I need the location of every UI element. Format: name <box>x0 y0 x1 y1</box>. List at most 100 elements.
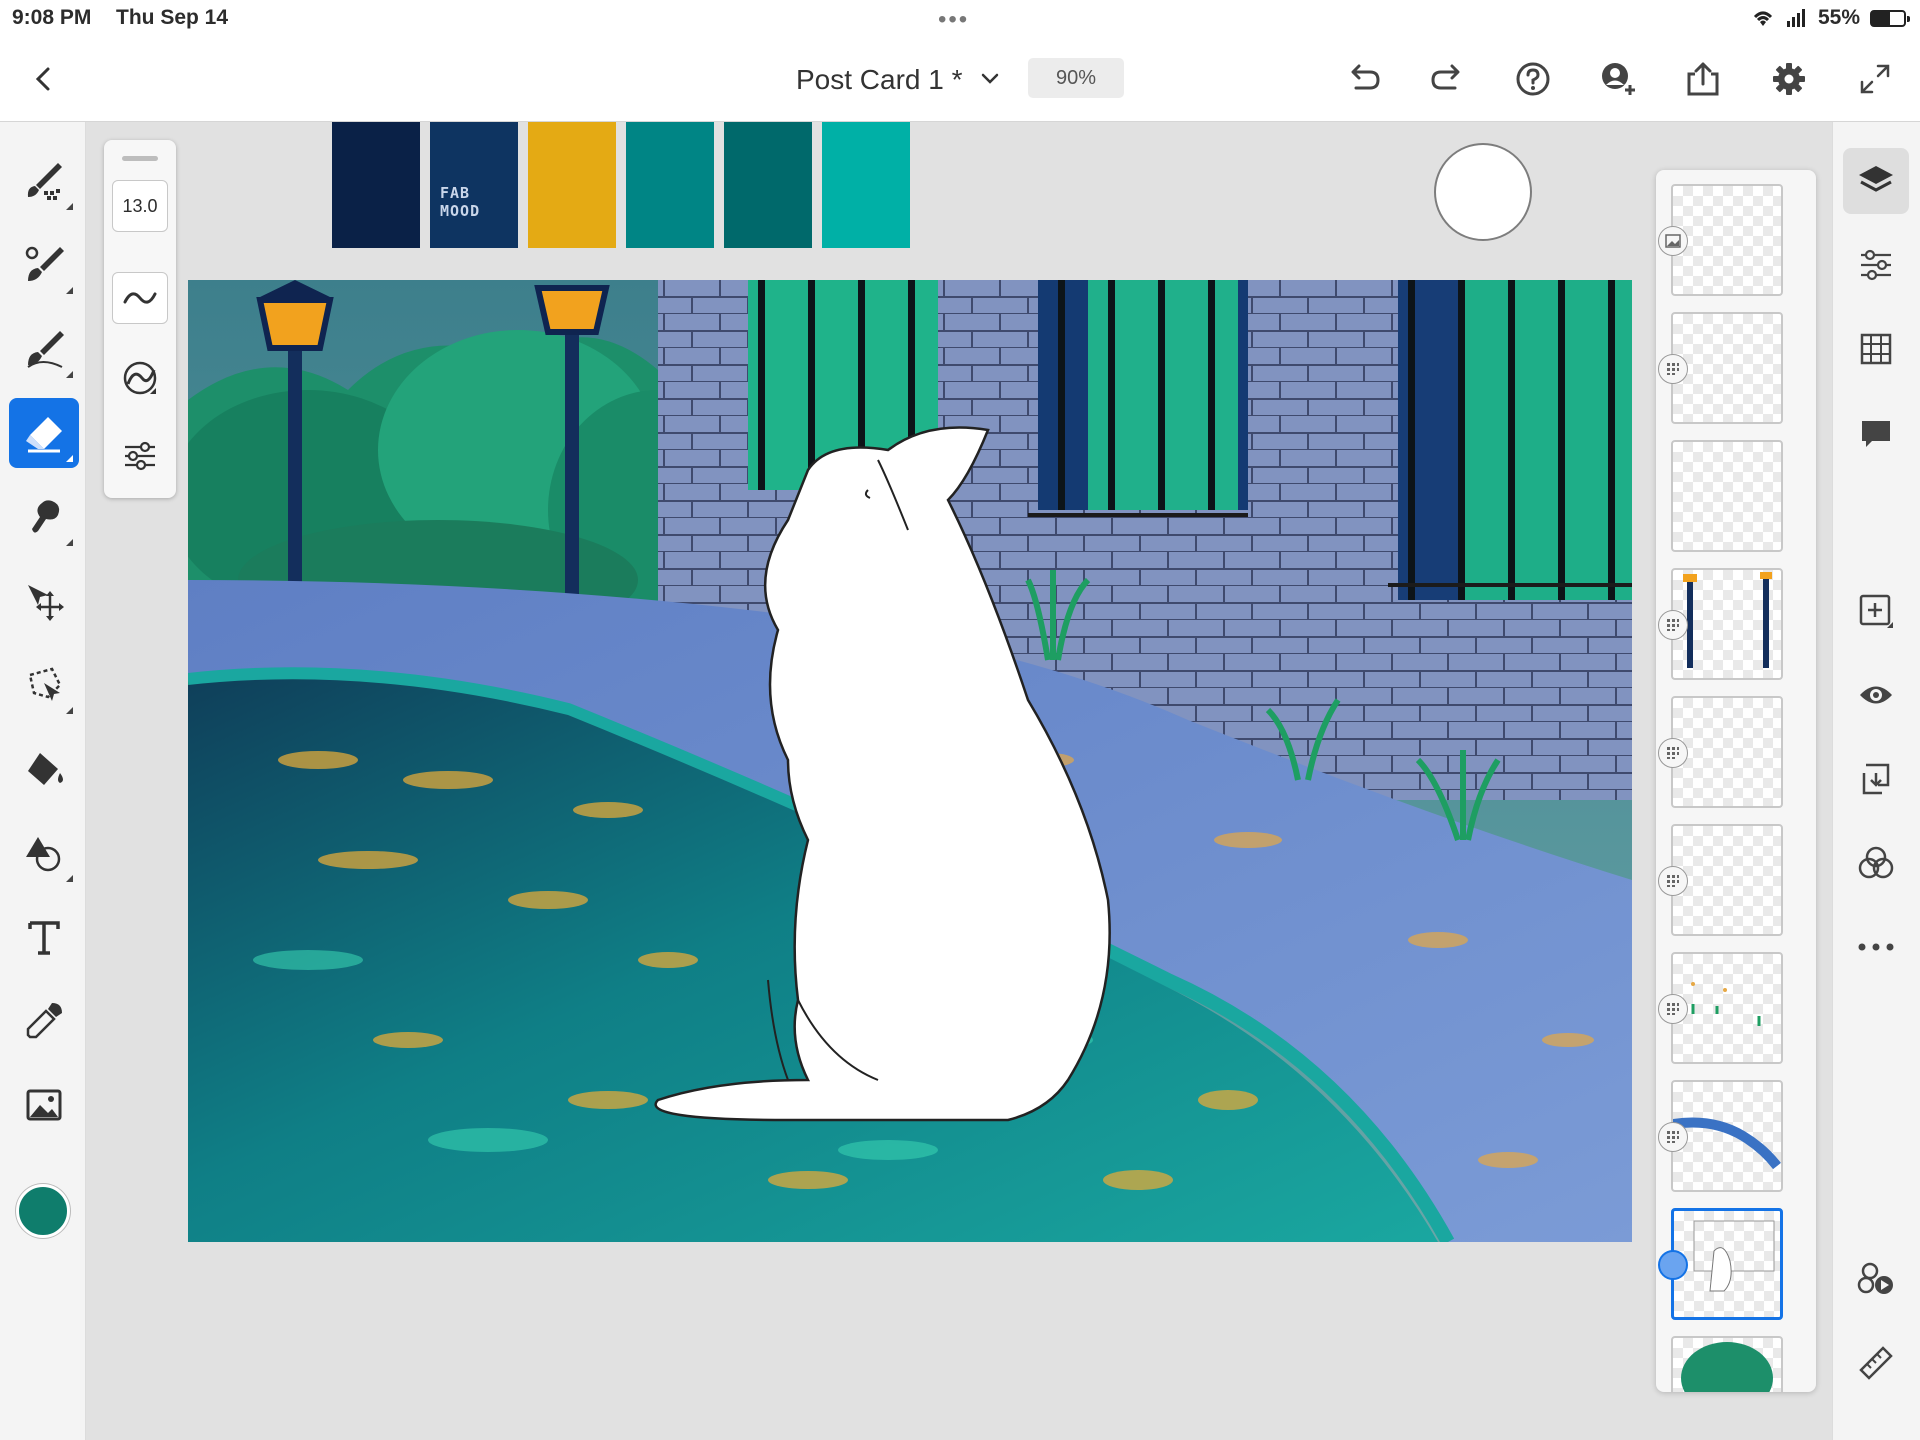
pixel-brush-tool[interactable] <box>9 146 79 216</box>
selection-tool[interactable] <box>9 650 79 720</box>
liquify-tool[interactable] <box>9 818 79 888</box>
pixel-layer-icon <box>1667 875 1679 887</box>
image-icon <box>1665 234 1681 248</box>
layer-type-badge[interactable] <box>1658 610 1688 640</box>
layer-type-badge[interactable] <box>1658 738 1688 768</box>
submenu-indicator <box>66 455 73 462</box>
layer-content-preview <box>1681 1342 1773 1392</box>
palette-swatch-bright-teal[interactable] <box>822 122 910 248</box>
settings-button[interactable] <box>1759 49 1819 109</box>
blend-mode-button[interactable] <box>1843 830 1909 896</box>
battery-level <box>1872 11 1890 25</box>
palette-swatch-dark-blue[interactable]: FAB MOOD <box>430 122 518 248</box>
gear-icon <box>1773 63 1805 95</box>
redo-button[interactable] <box>1418 49 1478 109</box>
smoothing-icon <box>123 292 157 304</box>
left-toolbar <box>0 122 86 1440</box>
back-button[interactable] <box>14 49 74 109</box>
live-brush-tool[interactable] <box>9 230 79 300</box>
smudge-tool[interactable] <box>9 482 79 552</box>
zoom-level[interactable]: 90% <box>1028 58 1124 98</box>
transform-tool[interactable] <box>9 566 79 636</box>
pixel-layer-icon <box>1667 363 1679 375</box>
layer-content-preview <box>1691 982 1761 1026</box>
grid-icon <box>1860 333 1892 365</box>
blend-icon <box>1858 846 1894 879</box>
comments-button[interactable] <box>1843 400 1909 466</box>
eraser-tool[interactable] <box>9 398 79 468</box>
multitasking-dots[interactable]: ••• <box>938 6 969 34</box>
sliders-icon <box>1861 249 1891 281</box>
submenu-indicator <box>66 287 73 294</box>
brush-size-field[interactable]: 13.0 <box>112 180 168 232</box>
layer-properties-button[interactable] <box>1843 232 1909 298</box>
palette-swatch-navy[interactable] <box>332 122 420 248</box>
eyedropper-tool[interactable] <box>9 986 79 1056</box>
status-indicators: 55% <box>1750 6 1910 30</box>
layer-content-preview <box>1683 572 1772 668</box>
text-tool[interactable] <box>9 902 79 972</box>
palette-swatch-teal[interactable] <box>626 122 714 248</box>
layer-type-badge[interactable] <box>1658 866 1688 896</box>
ruler-button[interactable] <box>1843 1330 1909 1396</box>
layer-type-badge[interactable] <box>1658 226 1688 256</box>
vector-brush-tool[interactable] <box>9 314 79 384</box>
battery-icon <box>1870 9 1910 27</box>
undo-icon <box>1351 64 1380 90</box>
grid-button[interactable] <box>1843 316 1909 382</box>
undo-button[interactable] <box>1333 49 1393 109</box>
help-icon <box>1516 62 1550 96</box>
palette-swatch-gold[interactable] <box>528 122 616 248</box>
submenu-indicator <box>66 875 73 882</box>
drawing-canvas[interactable] <box>188 280 1632 1242</box>
smudge-icon <box>32 500 60 533</box>
layer-type-badge[interactable] <box>1658 1122 1688 1152</box>
status-time: 9:08 PM <box>12 6 92 29</box>
signal-icon <box>1786 9 1805 27</box>
invite-button[interactable] <box>1588 49 1648 109</box>
move-icon <box>28 585 64 621</box>
layer-content-preview <box>1693 1220 1775 1292</box>
share-button[interactable] <box>1673 49 1733 109</box>
layer-type-badge[interactable] <box>1658 354 1688 384</box>
panel-drag-handle[interactable] <box>122 156 158 161</box>
brush-settings-button[interactable] <box>112 430 168 482</box>
fill-tool[interactable] <box>9 734 79 804</box>
brush-settings-panel: 13.0 <box>104 140 176 498</box>
live-brush-icon <box>25 246 64 281</box>
eyedropper-icon <box>26 1003 62 1039</box>
active-layer-badge[interactable] <box>1658 1250 1688 1280</box>
palette-swatch-dark-teal[interactable] <box>724 122 812 248</box>
pressure-icon <box>123 361 157 395</box>
image-icon <box>26 1089 62 1121</box>
chevron-left-icon <box>35 67 50 91</box>
shape-icon <box>26 837 61 872</box>
paint-bucket-icon <box>28 753 63 785</box>
palette-label-line2: MOOD <box>440 202 481 220</box>
layer-type-badge[interactable] <box>1658 994 1688 1024</box>
current-color-swatch[interactable] <box>16 1184 70 1238</box>
add-layer-button[interactable] <box>1843 578 1909 644</box>
layer-thumbnail[interactable] <box>1671 1336 1783 1392</box>
help-button[interactable] <box>1503 49 1563 109</box>
document-title[interactable]: Post Card 1 * <box>796 64 963 96</box>
more-options-button[interactable] <box>1843 914 1909 980</box>
right-toolbar <box>1832 122 1920 1440</box>
sliders-icon <box>125 441 155 471</box>
redo-icon <box>1431 64 1460 90</box>
layer-thumbnail[interactable] <box>1671 440 1783 552</box>
merge-down-button[interactable] <box>1843 746 1909 812</box>
submenu-indicator <box>66 707 73 714</box>
smoothing-button[interactable] <box>112 272 168 324</box>
lasso-icon <box>28 667 62 701</box>
pixel-layer-icon <box>1667 1003 1679 1015</box>
fullscreen-button[interactable] <box>1845 49 1905 109</box>
document-menu-button[interactable] <box>960 49 1020 109</box>
layers-button[interactable] <box>1843 148 1909 214</box>
timelapse-button[interactable] <box>1843 1246 1909 1312</box>
place-image-tool[interactable] <box>9 1070 79 1140</box>
more-icon <box>1858 943 1894 951</box>
pressure-button[interactable] <box>112 352 168 404</box>
visibility-button[interactable] <box>1843 662 1909 728</box>
pixel-layer-icon <box>1667 747 1679 759</box>
